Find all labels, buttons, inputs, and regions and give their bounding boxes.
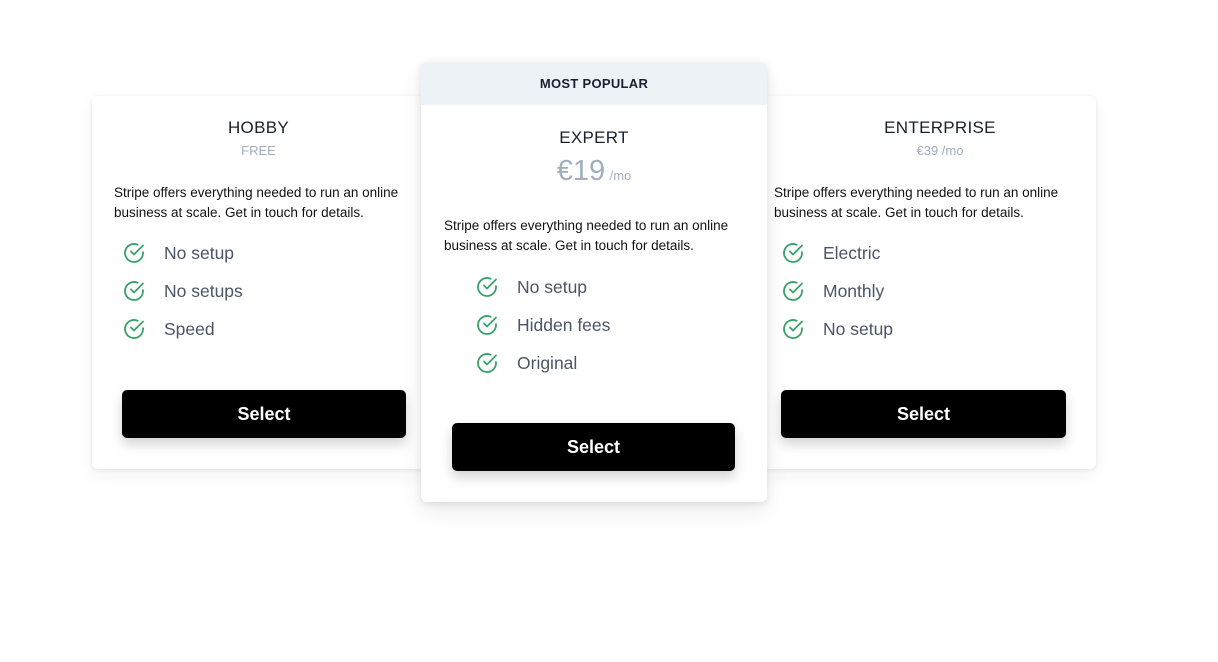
feature-label: No setups	[164, 280, 243, 301]
check-circle-icon	[124, 319, 144, 339]
check-circle-icon	[783, 319, 803, 339]
feature-label: Electric	[823, 242, 881, 263]
plan-description: Stripe offers everything needed to run a…	[444, 218, 729, 253]
feature-label: Original	[517, 352, 578, 373]
feature-label: Speed	[164, 318, 215, 339]
feature-item: Electric	[781, 234, 893, 272]
feature-item: Original	[475, 344, 610, 382]
check-circle-icon	[783, 281, 803, 301]
pricing-card-enterprise: ENTERPRISE €39 /mo Stripe offers everyth…	[764, 96, 1096, 469]
select-hobby-button[interactable]: Select	[122, 390, 406, 438]
price-amount: €19	[556, 155, 606, 187]
feature-list: No setup Hidden fees Original	[475, 268, 610, 382]
pricing-section: HOBBY FREE Stripe offers everything need…	[0, 0, 1218, 662]
feature-item: No setup	[781, 310, 893, 348]
plan-price: FREE	[241, 143, 276, 158]
check-circle-icon	[477, 315, 497, 335]
plan-description: Stripe offers everything needed to run a…	[114, 185, 399, 220]
plan-description: Stripe offers everything needed to run a…	[774, 185, 1059, 220]
price-period: /mo	[609, 168, 632, 183]
feature-label: No setup	[823, 318, 894, 339]
select-expert-button[interactable]: Select	[452, 423, 735, 471]
feature-label: Hidden fees	[517, 314, 611, 335]
feature-item: Monthly	[781, 272, 893, 310]
check-circle-icon	[783, 243, 803, 263]
feature-list: Electric Monthly No setup	[781, 234, 893, 348]
pricing-card-expert: MOST POPULAR EXPERT €19 /mo Stripe offer…	[421, 62, 767, 502]
check-circle-icon	[477, 277, 497, 297]
feature-label: Monthly	[823, 280, 885, 301]
feature-item: No setup	[122, 234, 243, 272]
select-enterprise-button[interactable]: Select	[781, 390, 1066, 438]
feature-item: Speed	[122, 310, 243, 348]
plan-price: €39 /mo	[916, 143, 964, 158]
check-circle-icon	[477, 353, 497, 373]
pricing-card-hobby: HOBBY FREE Stripe offers everything need…	[92, 96, 425, 469]
check-circle-icon	[124, 243, 144, 263]
feature-item: Hidden fees	[475, 306, 610, 344]
most-popular-badge: MOST POPULAR	[421, 62, 767, 105]
plan-name: EXPERT	[559, 128, 629, 147]
plan-name: ENTERPRISE	[884, 118, 996, 137]
check-circle-icon	[124, 281, 144, 301]
feature-item: No setup	[475, 268, 610, 306]
feature-label: No setup	[517, 276, 588, 297]
feature-item: No setups	[122, 272, 243, 310]
plan-name: HOBBY	[227, 118, 290, 137]
feature-list: No setup No setups Speed	[122, 234, 243, 348]
plan-price: €19 /mo	[421, 155, 767, 188]
feature-label: No setup	[164, 242, 235, 263]
